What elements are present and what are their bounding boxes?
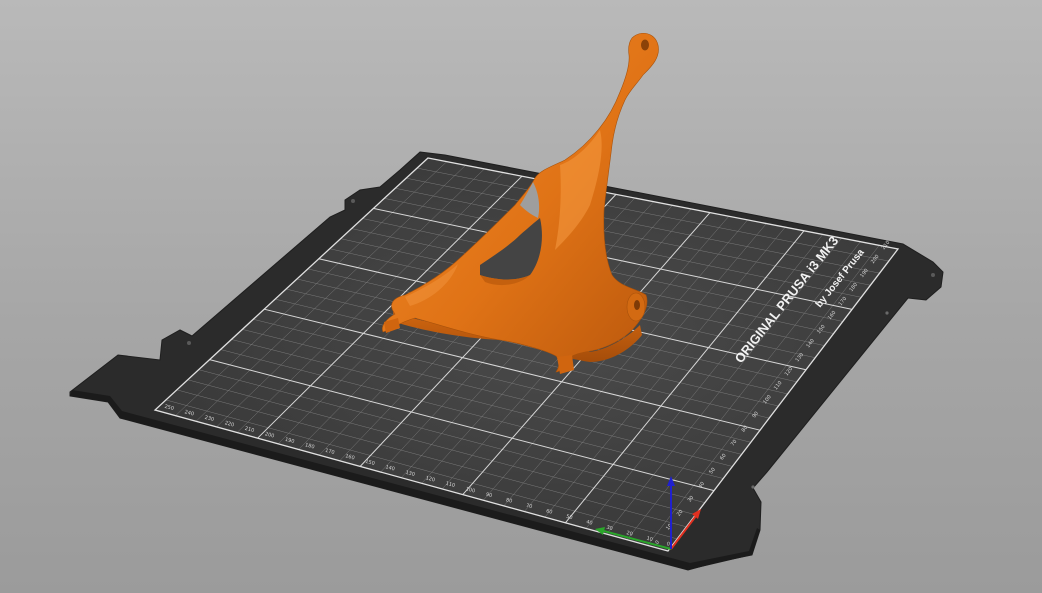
bed-mount-hole — [187, 341, 191, 345]
scene-canvas[interactable]: 2502402302202102001901801701601501401301… — [0, 0, 1042, 593]
bed-mount-hole — [351, 199, 355, 203]
bed-mount-hole — [751, 485, 755, 489]
model-side-hole — [634, 300, 640, 310]
bed-mount-hole — [931, 273, 935, 277]
model-top-hole — [641, 39, 649, 51]
bed-mount-hole — [885, 311, 889, 315]
3d-viewport[interactable]: 250 240 230 220 210 200 190 180 170 160 150 140 130 1… — [0, 0, 1042, 593]
